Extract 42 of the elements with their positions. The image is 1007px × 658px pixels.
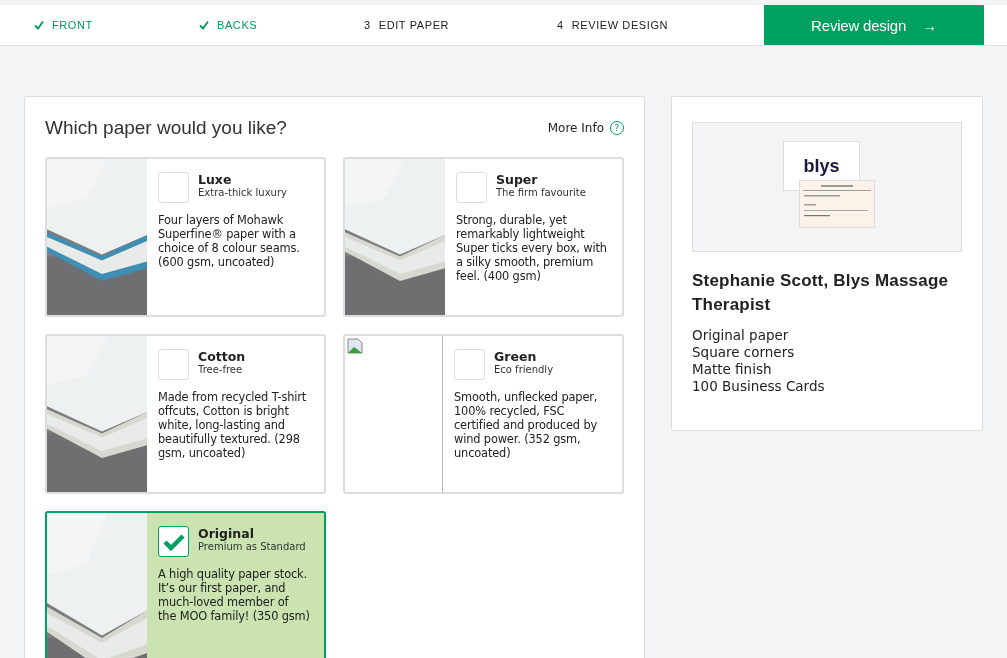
paper-option[interactable]: Super The firm favourite Strong, durable, yet remarkably lightweight Super ticks every box, with a silky smooth, premium feel. (400 gsm) — [343, 157, 624, 317]
paper-description: Strong, durable, yet remarkably lightweight Super ticks every box, with a silky smooth, premium feel. (400 gsm) — [456, 213, 608, 283]
paper-option[interactable]: Cotton Tree-free Made from recycled T-shirt offcuts, Cotton is bright white, long-lasting and beautifully textured. (298 gsm, uncoated) — [45, 334, 326, 494]
paper-option[interactable]: Luxe Extra-thick luxury Four layers of Mohawk Superfine® paper with a choice of 8 colour seams. (600 gsm, uncoated) — [45, 157, 326, 317]
broken-image-icon — [347, 338, 363, 354]
progress-step[interactable]: 3 EDIT PAPER — [364, 19, 557, 31]
paper-name: Original — [198, 526, 255, 541]
more-info-link[interactable]: More Info — [547, 121, 604, 135]
check-icon — [199, 20, 209, 30]
check-icon — [34, 20, 44, 30]
summary-title: Stephanie Scott, Blys Massage Therapist — [692, 270, 950, 316]
summary-detail: Matte finish — [692, 361, 773, 378]
summary-detail: Original paper — [692, 327, 790, 344]
paper-option[interactable]: Green Eco friendly Smooth, unflecked paper, 100% recycled, FSC certified and produced by wind power. (352 gsm, uncoated) — [343, 334, 624, 494]
paper-description: Smooth, unflecked paper, 100% recycled, FSC certified and produced by wind power. (352 gsm, uncoated) — [454, 390, 599, 460]
panel-title: Which paper would you like? — [45, 117, 287, 139]
progress-step[interactable]: FRONT — [34, 19, 199, 31]
paper-description: Four layers of Mohawk Superfine® paper with a choice of 8 colour seams. (600 gsm, uncoated) — [158, 213, 301, 269]
paper-tagline: The firm favourite — [496, 187, 586, 199]
paper-description: Made from recycled T-shirt offcuts, Cotton is bright white, long-lasting and beautifully textured. (298 gsm, uncoated) — [158, 390, 308, 460]
step-label: FRONT — [52, 19, 93, 31]
progress-step[interactable]: 4 REVIEW DESIGN — [557, 19, 722, 31]
step-label: BACKS — [217, 19, 258, 31]
paper-tagline: Tree-free — [198, 364, 244, 376]
summary-detail: 100 Business Cards — [692, 378, 826, 395]
step-label: EDIT PAPER — [378, 19, 450, 31]
paper-description: A high quality paper stock. It’s our first paper, and much-loved member of the MOO family! (350 gsm) — [158, 567, 310, 623]
step-label: REVIEW DESIGN — [571, 19, 669, 31]
paper-tagline: Eco friendly — [494, 364, 554, 376]
paper-name: Cotton — [198, 349, 246, 364]
paper-tagline: Premium as Standard — [198, 541, 306, 553]
paper-name: Green — [494, 349, 538, 364]
paper-tagline: Extra-thick luxury — [198, 187, 287, 199]
checkbox[interactable] — [158, 526, 189, 557]
progress-step[interactable]: BACKS — [199, 19, 364, 31]
paper-option[interactable]: Original Premium as Standard A high quality paper stock. It’s our first paper, and much-loved member of the MOO family! (350 gsm) — [45, 511, 326, 658]
step-number: 4 — [557, 19, 564, 31]
paper-name: Luxe — [198, 172, 233, 187]
summary-detail: Square corners — [692, 344, 796, 361]
paper-name: Super — [496, 172, 539, 187]
step-number: 3 — [364, 19, 371, 31]
check-icon — [162, 532, 185, 551]
